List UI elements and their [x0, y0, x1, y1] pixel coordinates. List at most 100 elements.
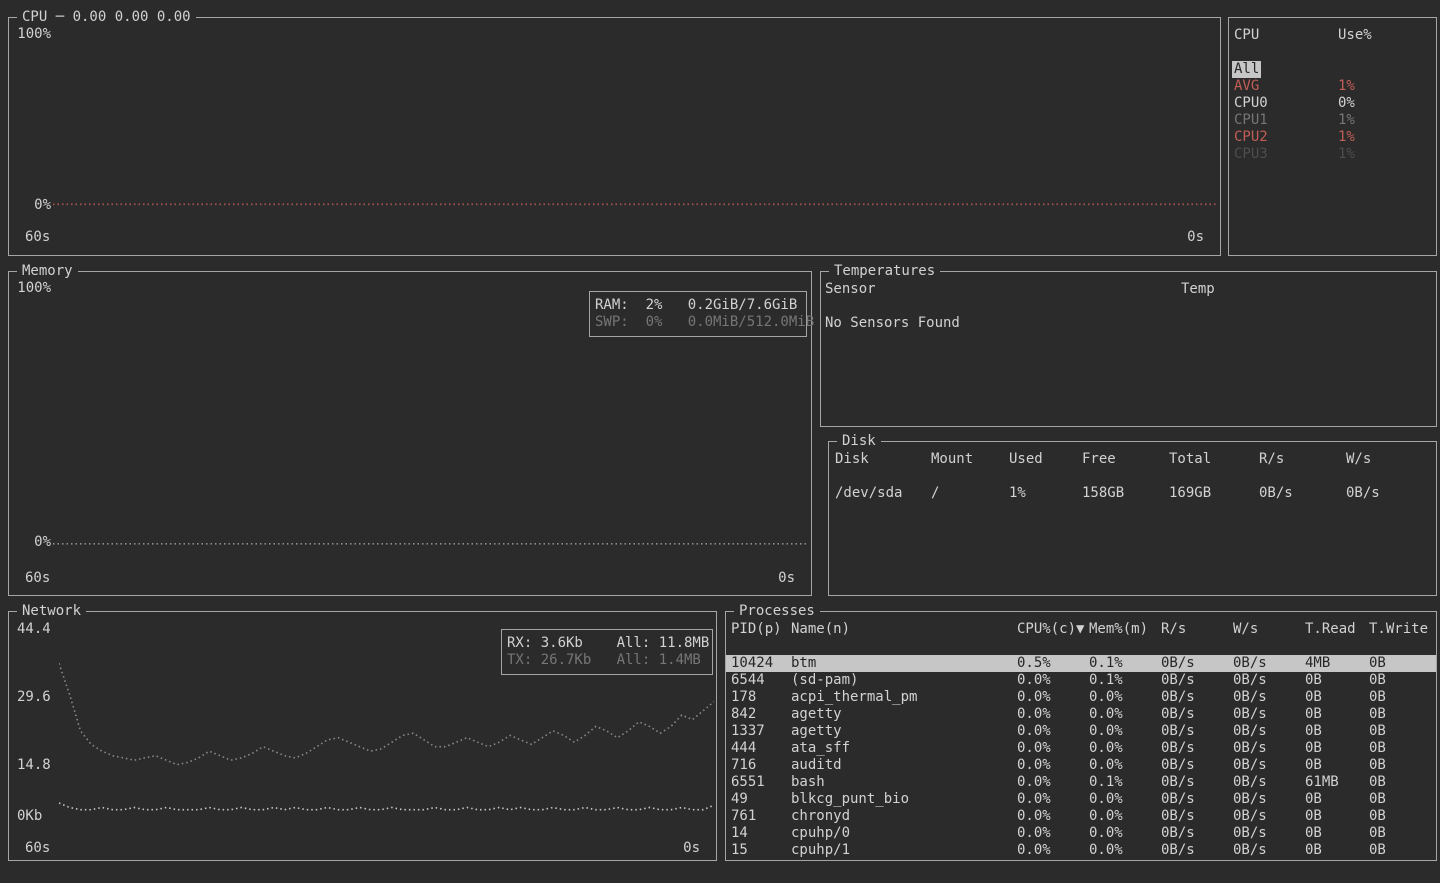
process-row[interactable]: 6551bash0.0%0.1%0B/s0B/s61MB0B [726, 774, 1436, 791]
process-row[interactable]: 1337agetty0.0%0.0%0B/s0B/s0B0B [726, 723, 1436, 740]
process-col-header[interactable]: T.Write [1369, 621, 1436, 638]
network-y-label-3: 44.4 [17, 621, 51, 638]
process-cell: 6551 [731, 774, 791, 791]
process-cell: 0B [1369, 757, 1436, 774]
cpu-entry-name: CPU2 [1234, 129, 1338, 146]
process-cell: 1337 [731, 723, 791, 740]
process-cell: 0B/s [1161, 842, 1233, 859]
network-x-right-label: 0s [683, 840, 700, 857]
disk-cell: 0B/s [1346, 485, 1436, 502]
process-row[interactable]: 716auditd0.0%0.0%0B/s0B/s0B0B [726, 757, 1436, 774]
temps-header: SensorTemp [821, 281, 1436, 298]
disk-col-header: Used [1009, 451, 1082, 468]
process-cell: 49 [731, 791, 791, 808]
memory-swap-legend: SWP: 0% 0.0MiB/512.0MiB [595, 314, 801, 331]
process-cell: 0.0% [1017, 808, 1089, 825]
process-cell: 0B/s [1233, 723, 1305, 740]
cpu-legend-header: CPUUse% [1229, 27, 1436, 44]
cpu-legend-row[interactable]: CPU31% [1229, 146, 1436, 163]
process-row[interactable]: 15cpuhp/10.0%0.0%0B/s0B/s0B0B [726, 842, 1436, 859]
process-row[interactable]: 761chronyd0.0%0.0%0B/s0B/s0B0B [726, 808, 1436, 825]
cpu-entry-use: 1% [1338, 78, 1436, 95]
process-cell: 0B [1305, 825, 1369, 842]
cpu-legend-row[interactable]: AVG1% [1229, 78, 1436, 95]
process-col-header[interactable]: T.Read [1305, 621, 1369, 638]
process-cell: 0B/s [1161, 825, 1233, 842]
process-cell: 444 [731, 740, 791, 757]
process-row[interactable]: 178acpi_thermal_pm0.0%0.0%0B/s0B/s0B0B [726, 689, 1436, 706]
process-cell: 0B [1369, 842, 1436, 859]
network-x-left-label: 60s [25, 840, 50, 857]
process-cell: 0B/s [1233, 706, 1305, 723]
cpu-usage-graph [53, 34, 1217, 206]
process-cell: 0.0% [1017, 689, 1089, 706]
process-cell: 0B [1369, 791, 1436, 808]
process-row[interactable]: 10424btm0.5%0.1%0B/s0B/s4MB0B [726, 655, 1436, 672]
disk-cell: 0B/s [1259, 485, 1346, 502]
process-cell: 0.0% [1017, 791, 1089, 808]
process-cell: 0B [1369, 808, 1436, 825]
process-cell: 0B/s [1161, 672, 1233, 689]
cpu-panel-title: CPU ─ 0.00 0.00 0.00 [17, 9, 196, 26]
process-cell: 0.0% [1017, 672, 1089, 689]
process-row[interactable]: 14cpuhp/00.0%0.0%0B/s0B/s0B0B [726, 825, 1436, 842]
process-cell: 0B/s [1233, 791, 1305, 808]
process-cell: 0.0% [1017, 825, 1089, 842]
process-col-header[interactable]: R/s [1161, 621, 1233, 638]
disk-cell: 1% [1009, 485, 1082, 502]
process-col-header[interactable]: W/s [1233, 621, 1305, 638]
process-cell: 10424 [731, 655, 791, 672]
process-col-header[interactable]: Mem%(m) [1089, 621, 1161, 638]
process-cell: 14 [731, 825, 791, 842]
process-cell: 0.0% [1017, 706, 1089, 723]
process-cell: cpuhp/1 [791, 842, 1017, 859]
process-cell: 0B [1369, 825, 1436, 842]
network-x-axis: 60s 0s [11, 840, 714, 857]
process-col-header[interactable]: CPU%(c)▼ [1017, 621, 1089, 638]
process-cell: 0B/s [1233, 689, 1305, 706]
process-cell: 0B/s [1233, 672, 1305, 689]
cpu-entry-name: All [1232, 61, 1261, 78]
disk-cell: 169GB [1169, 485, 1259, 502]
tx-line [59, 663, 714, 764]
cpu-legend-row[interactable]: CPU00% [1229, 95, 1436, 112]
cpu-legend-row[interactable]: CPU11% [1229, 112, 1436, 129]
cpu-legend-row[interactable]: CPU21% [1229, 129, 1436, 146]
process-row[interactable]: 444ata_sff0.0%0.0%0B/s0B/s0B0B [726, 740, 1436, 757]
process-row[interactable]: 49blkcg_punt_bio0.0%0.0%0B/s0B/s0B0B [726, 791, 1436, 808]
processes-panel[interactable]: Processes PID(p)Name(n)CPU%(c)▼Mem%(m)R/… [725, 611, 1437, 861]
cpu-legend-col-header[interactable]: Use% [1338, 27, 1436, 44]
memory-panel[interactable]: Memory 100% 0% RAM: 2% 0.2GiB/7.6GiB SWP… [8, 271, 812, 596]
cpu-x-right-label: 0s [1187, 229, 1204, 246]
process-cell: 0B [1305, 706, 1369, 723]
process-cell: 0B [1369, 655, 1436, 672]
cpu-legend-panel[interactable]: CPUUse% AllAVG1%CPU00%CPU11%CPU21%CPU31% [1228, 17, 1437, 256]
process-row[interactable]: 6544(sd-pam)0.0%0.1%0B/s0B/s0B0B [726, 672, 1436, 689]
disk-cell: / [931, 485, 1009, 502]
network-y-label-0: 0Kb [17, 808, 42, 825]
network-rx-legend: RX: 3.6Kb All: 11.8MB [507, 635, 707, 652]
process-cell: 0B [1369, 689, 1436, 706]
cpu-x-axis: 60s 0s [11, 229, 1218, 246]
process-col-header[interactable]: PID(p) [731, 621, 791, 638]
disk-panel-title: Disk [837, 433, 881, 450]
disk-col-header: Disk [835, 451, 931, 468]
temperatures-panel[interactable]: Temperatures SensorTemp No Sensors Found [820, 271, 1437, 427]
cpu-panel[interactable]: CPU ─ 0.00 0.00 0.00 100% 0% 60s 0s [8, 17, 1221, 256]
process-row[interactable]: 842agetty0.0%0.0%0B/s0B/s0B0B [726, 706, 1436, 723]
memory-y-max-label: 100% [11, 280, 51, 297]
cpu-entry-name: CPU1 [1234, 112, 1338, 129]
cpu-entry-use: 1% [1338, 146, 1436, 163]
process-cell: agetty [791, 706, 1017, 723]
cpu-y-max-label: 100% [11, 26, 51, 43]
process-cell: 0B/s [1161, 706, 1233, 723]
disk-panel[interactable]: Disk DiskMountUsedFreeTotalR/sW/s /dev/s… [828, 441, 1437, 596]
process-cell: 0B/s [1161, 689, 1233, 706]
cpu-legend-row[interactable]: All [1229, 61, 1436, 78]
process-col-header[interactable]: Name(n) [791, 621, 1017, 638]
network-panel[interactable]: Network 44.4 29.6 14.8 0Kb RX: 3.6Kb All… [8, 611, 717, 861]
process-cell: chronyd [791, 808, 1017, 825]
network-y-label-1: 14.8 [17, 757, 51, 774]
network-y-label-2: 29.6 [17, 689, 51, 706]
cpu-legend-col-header[interactable]: CPU [1234, 27, 1338, 44]
